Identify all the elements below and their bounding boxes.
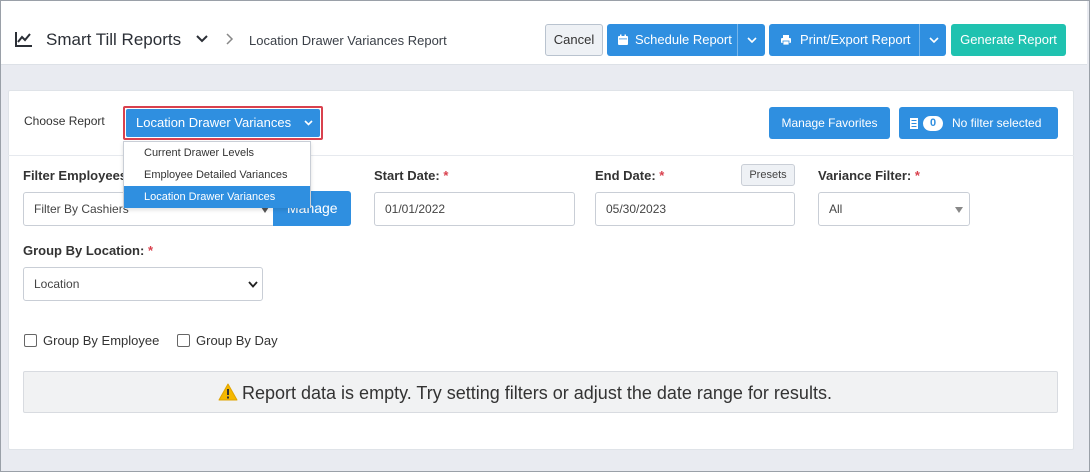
start-date-label: Start Date: * <box>374 168 448 183</box>
filter-list-icon <box>910 118 918 129</box>
group-by-location-label: Group By Location: * <box>23 243 153 258</box>
end-date-value: 05/30/2023 <box>606 202 667 216</box>
start-date-label-text: Start Date: <box>374 168 440 183</box>
calendar-icon <box>618 34 628 45</box>
button-divider <box>737 24 738 56</box>
dropdown-arrow-icon <box>955 207 963 213</box>
chevron-down-icon <box>248 281 258 288</box>
end-date-input[interactable]: 05/30/2023 <box>595 192 795 226</box>
report-option-label: Employee Detailed Variances <box>144 169 288 181</box>
generate-report-label: Generate Report <box>960 32 1057 47</box>
required-marker: * <box>147 243 154 258</box>
variance-filter-value: All <box>829 202 843 216</box>
presets-button[interactable]: Presets <box>741 164 795 186</box>
breadcrumb: Location Drawer Variances Report <box>249 33 447 48</box>
report-option[interactable]: Employee Detailed Variances <box>124 164 310 186</box>
report-option-label: Current Drawer Levels <box>144 147 255 159</box>
required-marker: * <box>659 168 665 183</box>
group-by-day-checkbox[interactable] <box>177 334 190 347</box>
required-marker: * <box>914 168 920 183</box>
employee-filter-value: Filter By Cashiers <box>34 202 129 216</box>
schedule-report-button[interactable]: Schedule Report <box>607 24 765 56</box>
end-date-label-text: End Date: <box>595 168 656 183</box>
button-divider <box>919 24 920 56</box>
generate-report-button[interactable]: Generate Report <box>951 24 1066 56</box>
filter-status-label: No filter selected <box>952 116 1042 130</box>
chevron-down-icon <box>304 120 313 126</box>
group-by-location-select[interactable]: Location <box>23 267 263 301</box>
warning-icon <box>218 383 238 401</box>
filter-count-badge: 0 <box>923 116 943 131</box>
variance-filter-label-text: Variance Filter: <box>818 168 912 183</box>
report-dropdown-menu: Current Drawer Levels Employee Detailed … <box>123 141 311 208</box>
report-select-dropdown[interactable]: Location Drawer Variances <box>126 109 320 137</box>
report-option-selected[interactable]: Location Drawer Variances <box>124 186 310 208</box>
manage-favorites-button[interactable]: Manage Favorites <box>769 107 890 139</box>
group-by-location-value: Location <box>34 277 80 291</box>
filter-status-button[interactable]: 0 No filter selected <box>899 107 1058 139</box>
group-by-employee-checkbox[interactable] <box>24 334 37 347</box>
app-title[interactable]: Smart Till Reports <box>46 30 181 50</box>
start-date-value: 01/01/2022 <box>385 202 446 216</box>
report-select-value: Location Drawer Variances <box>136 115 292 130</box>
chevron-down-icon[interactable] <box>747 37 757 43</box>
choose-report-label: Choose Report <box>24 114 105 128</box>
required-marker: * <box>443 168 449 183</box>
print-export-button[interactable]: Print/Export Report <box>769 24 946 56</box>
group-by-day-label[interactable]: Group By Day <box>196 333 278 348</box>
line-chart-icon <box>15 32 32 47</box>
start-date-input[interactable]: 01/01/2022 <box>374 192 575 226</box>
printer-icon <box>781 35 791 46</box>
chevron-down-icon[interactable] <box>929 37 939 43</box>
end-date-label: End Date: * <box>595 168 664 183</box>
report-option[interactable]: Current Drawer Levels <box>124 142 310 164</box>
print-export-label: Print/Export Report <box>800 32 911 47</box>
chevron-right-icon <box>226 33 234 45</box>
empty-report-message: Report data is empty. Try setting filter… <box>242 383 832 403</box>
variance-filter-select[interactable]: All <box>818 192 970 226</box>
group-by-employee-label[interactable]: Group By Employee <box>43 333 159 348</box>
presets-label: Presets <box>749 169 787 181</box>
manage-favorites-label: Manage Favorites <box>781 116 878 130</box>
report-option-label: Location Drawer Variances <box>144 191 276 203</box>
variance-filter-label: Variance Filter: * <box>818 168 920 183</box>
chevron-down-icon[interactable] <box>196 34 208 44</box>
schedule-report-label: Schedule Report <box>635 32 732 47</box>
cancel-button[interactable]: Cancel <box>545 24 603 56</box>
group-by-location-label-text: Group By Location: <box>23 243 145 258</box>
cancel-button-label: Cancel <box>553 32 595 47</box>
empty-report-alert: Report data is empty. Try setting filter… <box>23 371 1058 413</box>
filter-employees-label: Filter Employees <box>23 168 128 183</box>
